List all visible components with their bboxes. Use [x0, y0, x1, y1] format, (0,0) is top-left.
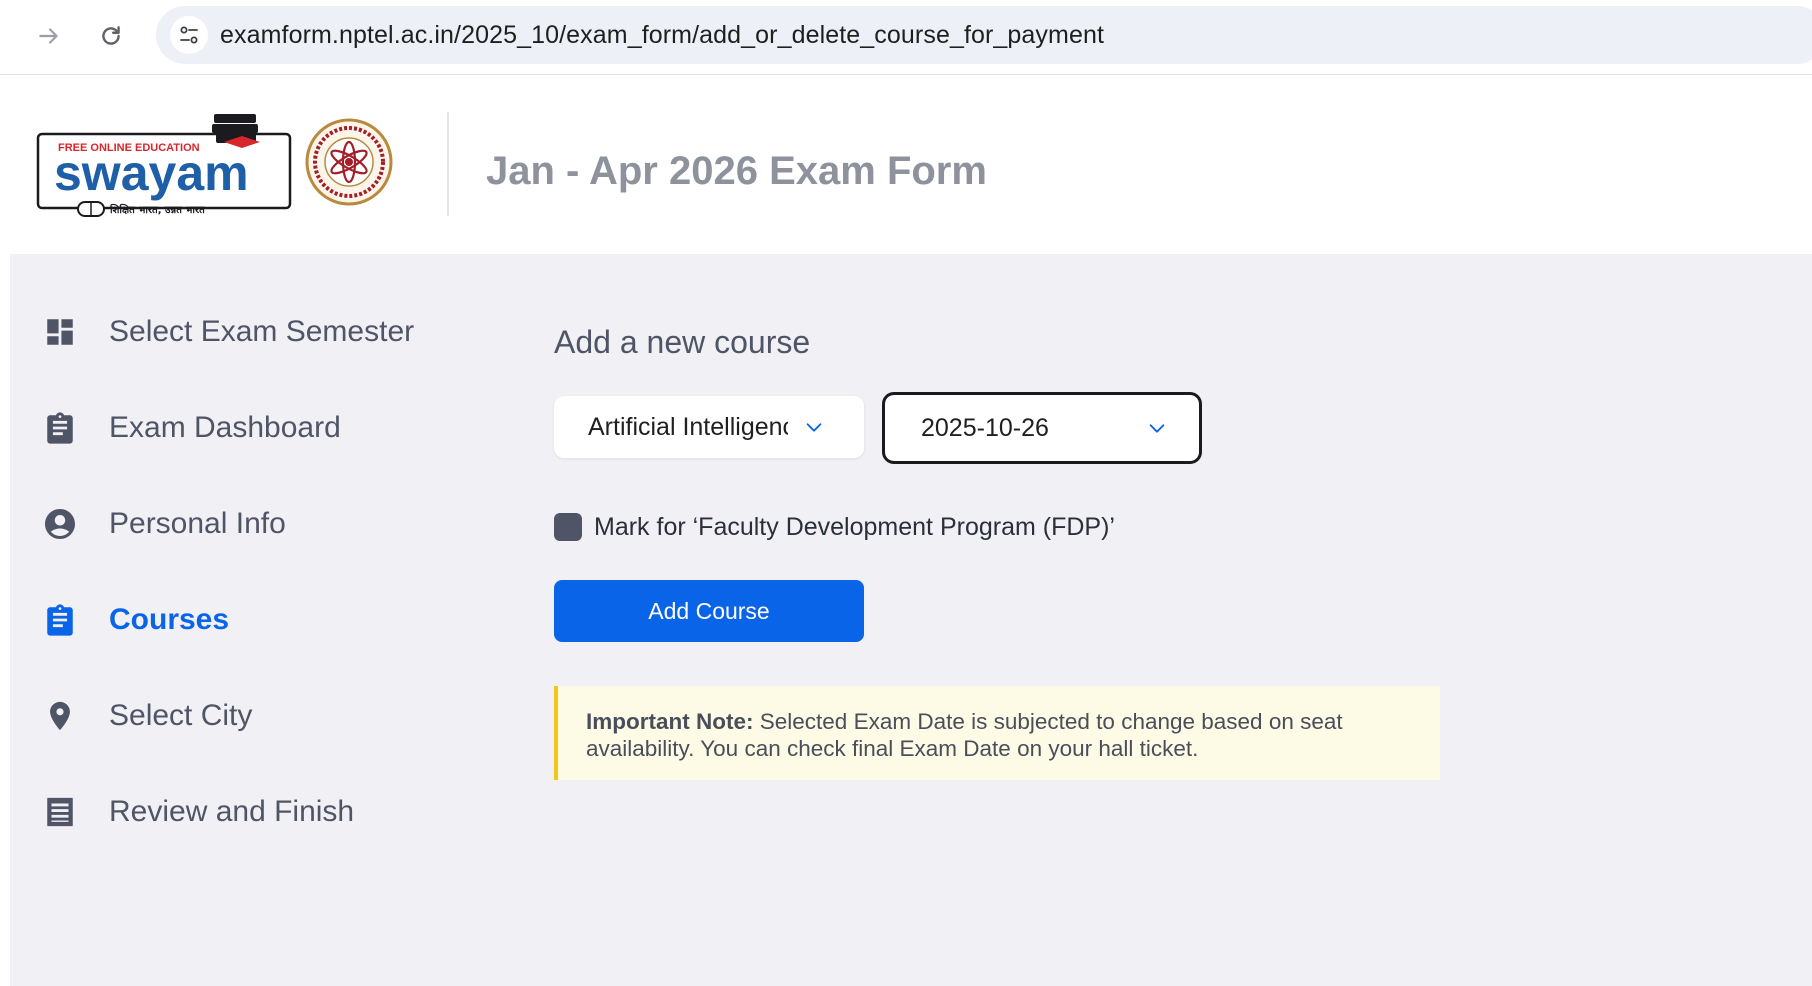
browser-toolbar: examform.nptel.ac.in/2025_10/exam_form/a… — [0, 0, 1812, 75]
account-circle-icon — [40, 504, 80, 544]
sidebar-item-exam-dashboard[interactable]: Exam Dashboard — [40, 403, 341, 453]
chevron-down-icon — [802, 415, 826, 439]
exam-date-select[interactable]: 2025-10-26 — [882, 392, 1202, 464]
header-divider — [447, 112, 449, 216]
course-select[interactable]: Artificial Intelligence — [554, 396, 864, 458]
sidebar-item-label: Select Exam Semester — [109, 315, 415, 348]
fdp-checkbox-row: Mark for ‘Faculty Development Program (F… — [554, 510, 1115, 544]
fdp-label[interactable]: Mark for ‘Faculty Development Program (F… — [594, 513, 1115, 542]
section-title: Add a new course — [554, 324, 811, 360]
important-note-label: Important Note: — [586, 709, 754, 734]
dashboard-icon — [40, 312, 80, 352]
page-title: Jan - Apr 2026 Exam Form — [486, 149, 987, 193]
sidebar-item-label: Personal Info — [109, 507, 286, 540]
fdp-checkbox[interactable] — [554, 513, 582, 541]
swayam-logo[interactable]: FREE ONLINE EDUCATION swayam शिक्षित भार… — [36, 112, 300, 220]
sidebar-item-label: Review and Finish — [109, 795, 355, 828]
svg-text:शिक्षित भारत, उन्नत भारत: शिक्षित भारत, उन्नत भारत — [109, 203, 206, 216]
sidebar-item-select-city[interactable]: Select City — [40, 691, 252, 741]
url-text[interactable]: examform.nptel.ac.in/2025_10/exam_form/a… — [220, 21, 1104, 50]
site-header: FREE ONLINE EDUCATION swayam शिक्षित भार… — [10, 76, 1812, 254]
tune-icon — [180, 26, 198, 44]
sidebar-item-label: Exam Dashboard — [109, 411, 341, 444]
forward-button[interactable] — [27, 14, 71, 58]
exam-date-select-value: 2025-10-26 — [921, 413, 1049, 442]
reload-button[interactable] — [89, 14, 133, 58]
location-pin-icon — [40, 696, 80, 736]
clipboard-icon — [40, 408, 80, 448]
sidebar-item-courses[interactable]: Courses — [40, 595, 229, 645]
important-note: Important Note: Selected Exam Date is su… — [554, 686, 1440, 780]
important-note-text: Important Note: Selected Exam Date is su… — [586, 708, 1426, 762]
chevron-down-icon — [1145, 416, 1169, 440]
seal-logo — [305, 118, 393, 206]
sidebar-item-label: Select City — [109, 699, 253, 732]
arrow-right-icon — [39, 28, 58, 44]
content-area: Select Exam Semester Exam Dashboard Pers… — [10, 254, 1812, 986]
add-course-button[interactable]: Add Course — [554, 580, 864, 642]
course-select-value: Artificial Intelligence — [588, 412, 788, 441]
list-receipt-icon — [40, 792, 80, 832]
sidebar-item-label: Courses — [109, 603, 230, 636]
svg-text:swayam: swayam — [54, 145, 249, 201]
site-info-button[interactable] — [170, 16, 208, 54]
sidebar-item-personal-info[interactable]: Personal Info — [40, 499, 286, 549]
sidebar-item-review-and-finish[interactable]: Review and Finish — [40, 787, 354, 837]
sidebar-item-select-exam-semester[interactable]: Select Exam Semester — [40, 307, 414, 357]
address-bar[interactable]: examform.nptel.ac.in/2025_10/exam_form/a… — [156, 6, 1812, 64]
clipboard-icon — [40, 600, 80, 640]
reload-icon — [102, 26, 120, 45]
